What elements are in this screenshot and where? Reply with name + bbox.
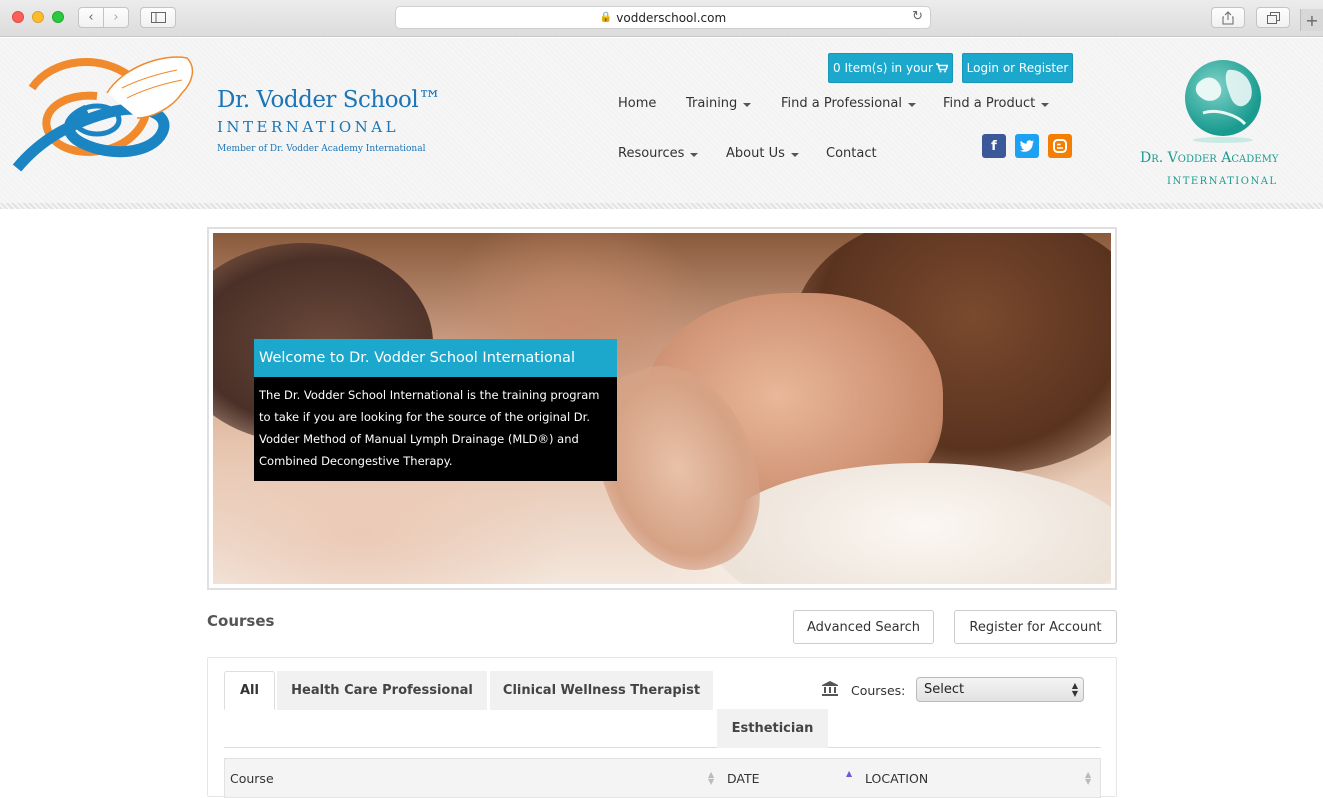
new-tab-button[interactable]: +	[1300, 9, 1323, 31]
nav-home[interactable]: Home	[618, 96, 656, 111]
brand-subtitle: INTERNATIONAL	[217, 118, 400, 136]
select-arrows-icon: ▲ ▼	[1071, 681, 1078, 698]
caret-down-icon	[790, 152, 799, 157]
caret-down-icon	[743, 102, 752, 107]
nav-training-label: Training	[686, 96, 738, 111]
nav-find-product[interactable]: Find a Product	[943, 96, 1050, 111]
sidebar-icon	[150, 12, 166, 23]
nav-home-label: Home	[618, 96, 657, 111]
academy-globe-logo-icon[interactable]	[1183, 58, 1263, 144]
nav-find-product-label: Find a Product	[943, 96, 1036, 111]
tabs-divider	[224, 747, 1101, 748]
chevron-right-icon: ›	[113, 10, 119, 25]
hero-body: The Dr. Vodder School International is t…	[254, 377, 617, 481]
tabs-icon	[1266, 11, 1280, 24]
maximize-window-button[interactable]	[52, 11, 64, 23]
plus-icon: +	[1305, 10, 1319, 30]
sidebar-toggle-button[interactable]	[140, 7, 176, 28]
nav-find-professional-label: Find a Professional	[781, 96, 902, 111]
caret-down-icon	[908, 102, 916, 107]
courses-select-value: Select	[924, 682, 965, 697]
minimize-window-button[interactable]	[32, 11, 44, 23]
nav-training[interactable]: Training	[686, 96, 752, 111]
sort-icon[interactable]: ▲ ▼	[1085, 771, 1091, 786]
academy-name: Dr. Vodder Academy	[1140, 150, 1279, 166]
tab-esthetician[interactable]: Esthetician	[717, 709, 828, 748]
facebook-icon[interactable]: f	[982, 134, 1006, 158]
hero-title: Welcome to Dr. Vodder School Internation…	[254, 339, 617, 377]
column-course[interactable]: Course	[230, 771, 274, 786]
tab-health-care-professional[interactable]: Health Care Professional	[277, 671, 487, 710]
login-register-button[interactable]: Login or Register	[962, 53, 1073, 83]
header-divider	[0, 203, 1323, 209]
school-logo-icon[interactable]	[12, 48, 202, 173]
sort-icon[interactable]: ▲ ▼	[708, 771, 714, 786]
tab-clinical-wellness-therapist[interactable]: Clinical Wellness Therapist	[490, 671, 713, 710]
cart-icon	[935, 63, 948, 73]
blogger-icon[interactable]	[1048, 134, 1072, 158]
tab-all[interactable]: All	[224, 671, 275, 710]
share-button[interactable]	[1211, 7, 1245, 28]
nav-find-professional[interactable]: Find a Professional	[781, 96, 916, 111]
cart-button[interactable]: 0 Item(s) in your	[828, 53, 953, 83]
address-bar[interactable]: 🔒 vodderschool.com ↻	[395, 6, 931, 29]
nav-resources-label: Resources	[618, 146, 685, 161]
nav-about-us[interactable]: About Us	[726, 146, 799, 161]
caret-down-icon	[1041, 102, 1050, 107]
twitter-icon[interactable]	[1015, 134, 1039, 158]
lock-icon: 🔒	[599, 12, 613, 23]
browser-toolbar: ‹ › 🔒 vodderschool.com ↻ +	[0, 0, 1323, 37]
courses-select[interactable]: Select ▲ ▼	[916, 677, 1084, 702]
advanced-search-button[interactable]: Advanced Search	[793, 610, 934, 644]
nav-about-us-label: About Us	[726, 146, 785, 161]
courses-filter-label: Courses:	[851, 683, 906, 698]
sort-ascending-icon[interactable]: ▲	[846, 770, 852, 778]
academy-subtitle: INTERNATIONAL	[1167, 176, 1278, 187]
tab-overview-button[interactable]	[1256, 7, 1290, 28]
courses-heading: Courses	[207, 612, 275, 630]
close-window-button[interactable]	[12, 11, 24, 23]
nav-contact-label: Contact	[826, 146, 877, 161]
reload-icon[interactable]: ↻	[912, 9, 923, 24]
brand-name[interactable]: Dr. Vodder School™	[217, 87, 441, 113]
forward-button[interactable]: ›	[103, 7, 129, 28]
nav-resources[interactable]: Resources	[618, 146, 699, 161]
url-text: vodderschool.com	[616, 10, 727, 25]
institution-icon	[822, 681, 838, 696]
back-button[interactable]: ‹	[78, 7, 104, 28]
column-date[interactable]: DATE	[727, 771, 760, 786]
cart-label: 0 Item(s) in your	[833, 61, 933, 75]
table-header-row	[224, 758, 1101, 798]
caret-down-icon	[690, 152, 699, 157]
chevron-left-icon: ‹	[88, 10, 94, 25]
brand-membership: Member of Dr. Vodder Academy Internation…	[217, 144, 426, 154]
nav-contact[interactable]: Contact	[826, 146, 877, 161]
column-location[interactable]: LOCATION	[865, 771, 928, 786]
register-account-button[interactable]: Register for Account	[954, 610, 1117, 644]
share-icon	[1222, 10, 1234, 24]
